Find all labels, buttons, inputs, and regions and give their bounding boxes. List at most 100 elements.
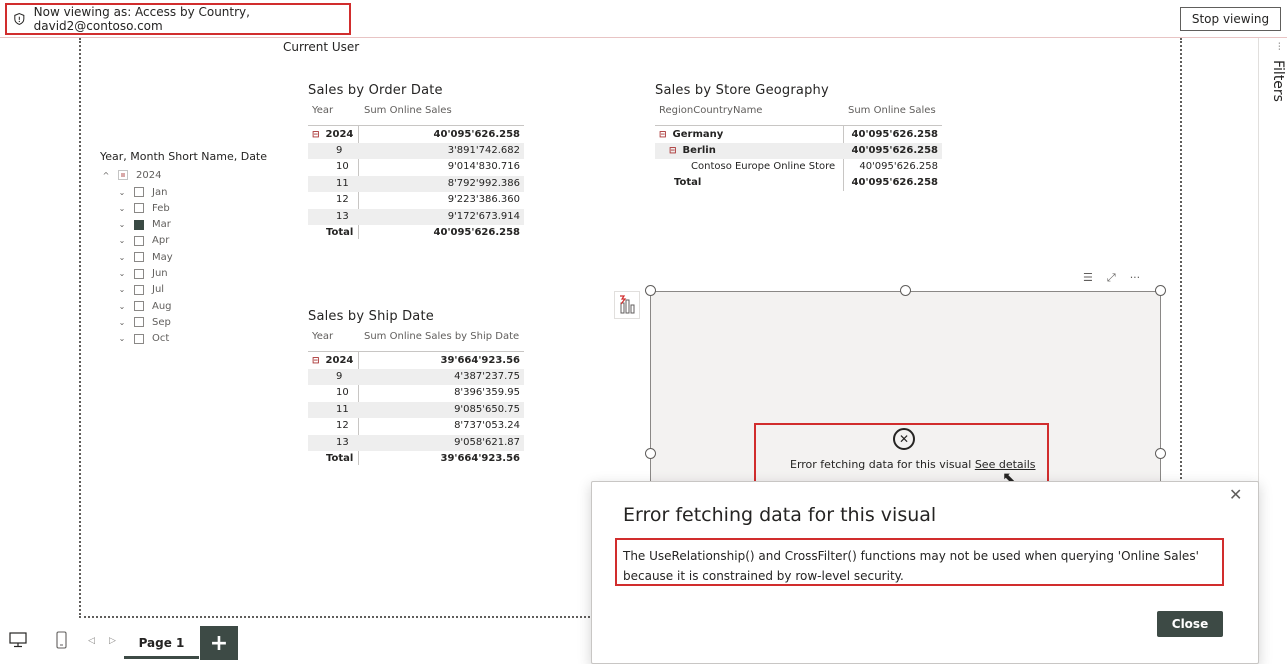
date-slicer-title: Year, Month Short Name, Date bbox=[100, 150, 268, 163]
resize-handle[interactable] bbox=[1155, 448, 1166, 459]
chevron-down-icon[interactable]: ⌄ bbox=[117, 302, 127, 311]
filter-icon[interactable]: ☰ bbox=[1083, 271, 1093, 285]
store-cell: Contoso Europe Online Store bbox=[691, 161, 836, 172]
ship-col-sales[interactable]: Sum Online Sales by Ship Date bbox=[364, 331, 519, 342]
chevron-down-icon[interactable]: ⌄ bbox=[117, 334, 127, 343]
table-row: ⊟ 2024 40'095'626.258 bbox=[308, 127, 524, 143]
stop-viewing-button[interactable]: Stop viewing bbox=[1180, 7, 1281, 31]
ship-col-year[interactable]: Year bbox=[312, 331, 333, 342]
month-cell: 11 bbox=[336, 177, 349, 189]
visual-type-icon[interactable] bbox=[614, 291, 640, 319]
chevron-down-icon[interactable]: ⌄ bbox=[117, 204, 127, 213]
slicer-month-row[interactable]: ⌄ Feb bbox=[117, 201, 170, 215]
slicer-month-row[interactable]: ⌄ Jan bbox=[117, 185, 168, 199]
total-label: Total bbox=[674, 177, 702, 188]
month-cell: 10 bbox=[336, 161, 349, 173]
collapse-filters-icon[interactable]: ⫶ bbox=[1278, 42, 1281, 53]
resize-handle[interactable] bbox=[1155, 285, 1166, 296]
filters-label[interactable]: Filters bbox=[1270, 60, 1286, 102]
chevron-down-icon[interactable]: ⌄ bbox=[117, 220, 127, 229]
filters-pane[interactable] bbox=[1258, 38, 1287, 618]
slicer-month-row[interactable]: ⌄ May bbox=[117, 250, 173, 264]
slicer-checkbox[interactable] bbox=[118, 170, 128, 180]
close-icon[interactable]: ✕ bbox=[1229, 485, 1242, 504]
table-row: Contoso Europe Online Store 40'095'626.2… bbox=[655, 159, 942, 175]
next-page-icon[interactable]: ▷ bbox=[109, 636, 116, 646]
slicer-checkbox[interactable] bbox=[134, 284, 144, 295]
close-button[interactable]: Close bbox=[1157, 611, 1223, 637]
slicer-month-row[interactable]: ⌄ Jul bbox=[117, 283, 164, 297]
slicer-month-label: Jul bbox=[152, 284, 165, 296]
slicer-month-row[interactable]: ⌄ Mar bbox=[117, 218, 171, 232]
collapse-icon[interactable]: ⊟ bbox=[659, 130, 667, 140]
prev-page-icon[interactable]: ◁ bbox=[88, 636, 95, 646]
collapse-icon[interactable]: ⊟ bbox=[669, 146, 677, 156]
slicer-checkbox[interactable] bbox=[134, 268, 144, 279]
slicer-checkbox[interactable] bbox=[134, 187, 144, 197]
value-cell: 8'792'992.386 bbox=[447, 177, 520, 189]
value-cell: 8'737'053.24 bbox=[454, 420, 520, 432]
view-as-bar: Now viewing as: Access by Country, david… bbox=[0, 0, 1287, 38]
chevron-down-icon[interactable]: ⌄ bbox=[117, 236, 127, 245]
slicer-checkbox[interactable] bbox=[134, 301, 144, 312]
slicer-checkbox[interactable] bbox=[134, 219, 144, 230]
more-options-icon[interactable]: ··· bbox=[1130, 271, 1141, 285]
page-tab[interactable]: Page 1 bbox=[124, 629, 199, 659]
slicer-checkbox[interactable] bbox=[134, 333, 144, 344]
chevron-up-icon[interactable]: ^ bbox=[101, 171, 111, 180]
value-cell: 9'058'621.87 bbox=[454, 436, 520, 448]
country-cell: Germany bbox=[672, 129, 724, 140]
slicer-month-row[interactable]: ⌄ Sep bbox=[117, 315, 171, 329]
value-cell: 8'396'359.95 bbox=[454, 387, 520, 399]
chevron-down-icon[interactable]: ⌄ bbox=[117, 188, 127, 197]
slicer-month-row[interactable]: ⌄ Apr bbox=[117, 234, 170, 248]
collapse-icon[interactable]: ⊟ bbox=[312, 130, 320, 140]
slicer-checkbox[interactable] bbox=[134, 235, 144, 246]
resize-handle[interactable] bbox=[645, 448, 656, 459]
slicer-checkbox[interactable] bbox=[134, 203, 144, 214]
slicer-checkbox[interactable] bbox=[134, 317, 144, 328]
slicer-month-label: Jun bbox=[152, 268, 168, 279]
desktop-view-icon[interactable] bbox=[9, 632, 27, 648]
collapse-icon[interactable]: ⊟ bbox=[312, 356, 320, 366]
mobile-view-icon[interactable] bbox=[56, 631, 67, 649]
value-cell: 9'172'673.914 bbox=[447, 210, 520, 222]
table-row: 12 8'737'053.24 bbox=[308, 418, 524, 434]
geo-table-title: Sales by Store Geography bbox=[655, 83, 829, 98]
slicer-checkbox[interactable] bbox=[134, 252, 144, 263]
shield-icon bbox=[14, 13, 25, 25]
year-cell: 2024 bbox=[325, 355, 354, 366]
geo-col-sales[interactable]: Sum Online Sales bbox=[848, 105, 936, 116]
order-col-sales[interactable]: Sum Online Sales bbox=[364, 105, 452, 116]
order-col-year[interactable]: Year bbox=[312, 105, 333, 116]
table-row: 13 9'172'673.914 bbox=[308, 208, 524, 225]
year-total-cell: 40'095'626.258 bbox=[433, 129, 520, 140]
error-circle-icon: ✕ bbox=[893, 428, 915, 450]
chevron-down-icon[interactable]: ⌄ bbox=[117, 253, 127, 262]
slicer-year-row[interactable]: ^ 2024 bbox=[101, 168, 162, 182]
ship-table-title: Sales by Ship Date bbox=[308, 309, 434, 324]
month-cell: 13 bbox=[336, 210, 349, 222]
slicer-month-label: Oct bbox=[152, 333, 170, 345]
slicer-month-row[interactable]: ⌄ Oct bbox=[117, 332, 170, 346]
total-value: 40'095'626.258 bbox=[433, 227, 520, 238]
dialog-message: The UseRelationship() and CrossFilter() … bbox=[615, 538, 1224, 586]
slicer-month-label: Mar bbox=[152, 219, 171, 231]
table-row: 11 9'085'650.75 bbox=[308, 401, 524, 418]
table-row: 10 9'014'830.716 bbox=[308, 159, 524, 175]
resize-handle[interactable] bbox=[900, 285, 911, 296]
header-divider bbox=[308, 125, 524, 126]
chevron-down-icon[interactable]: ⌄ bbox=[117, 318, 127, 327]
month-cell: 11 bbox=[336, 403, 349, 415]
geo-col-region[interactable]: RegionCountryName bbox=[659, 105, 762, 116]
add-page-button[interactable]: + bbox=[200, 626, 238, 660]
chevron-down-icon[interactable]: ⌄ bbox=[117, 269, 127, 278]
value-cell: 9'014'830.716 bbox=[447, 161, 520, 173]
slicer-month-row[interactable]: ⌄ Aug bbox=[117, 299, 172, 313]
focus-mode-icon[interactable]: ⤢ bbox=[1107, 271, 1116, 285]
slicer-month-row[interactable]: ⌄ Jun bbox=[117, 267, 168, 281]
resize-handle[interactable] bbox=[645, 285, 656, 296]
table-row: 13 9'058'621.87 bbox=[308, 434, 524, 451]
chevron-down-icon[interactable]: ⌄ bbox=[117, 285, 127, 294]
slicer-month-label: Aug bbox=[152, 300, 172, 312]
